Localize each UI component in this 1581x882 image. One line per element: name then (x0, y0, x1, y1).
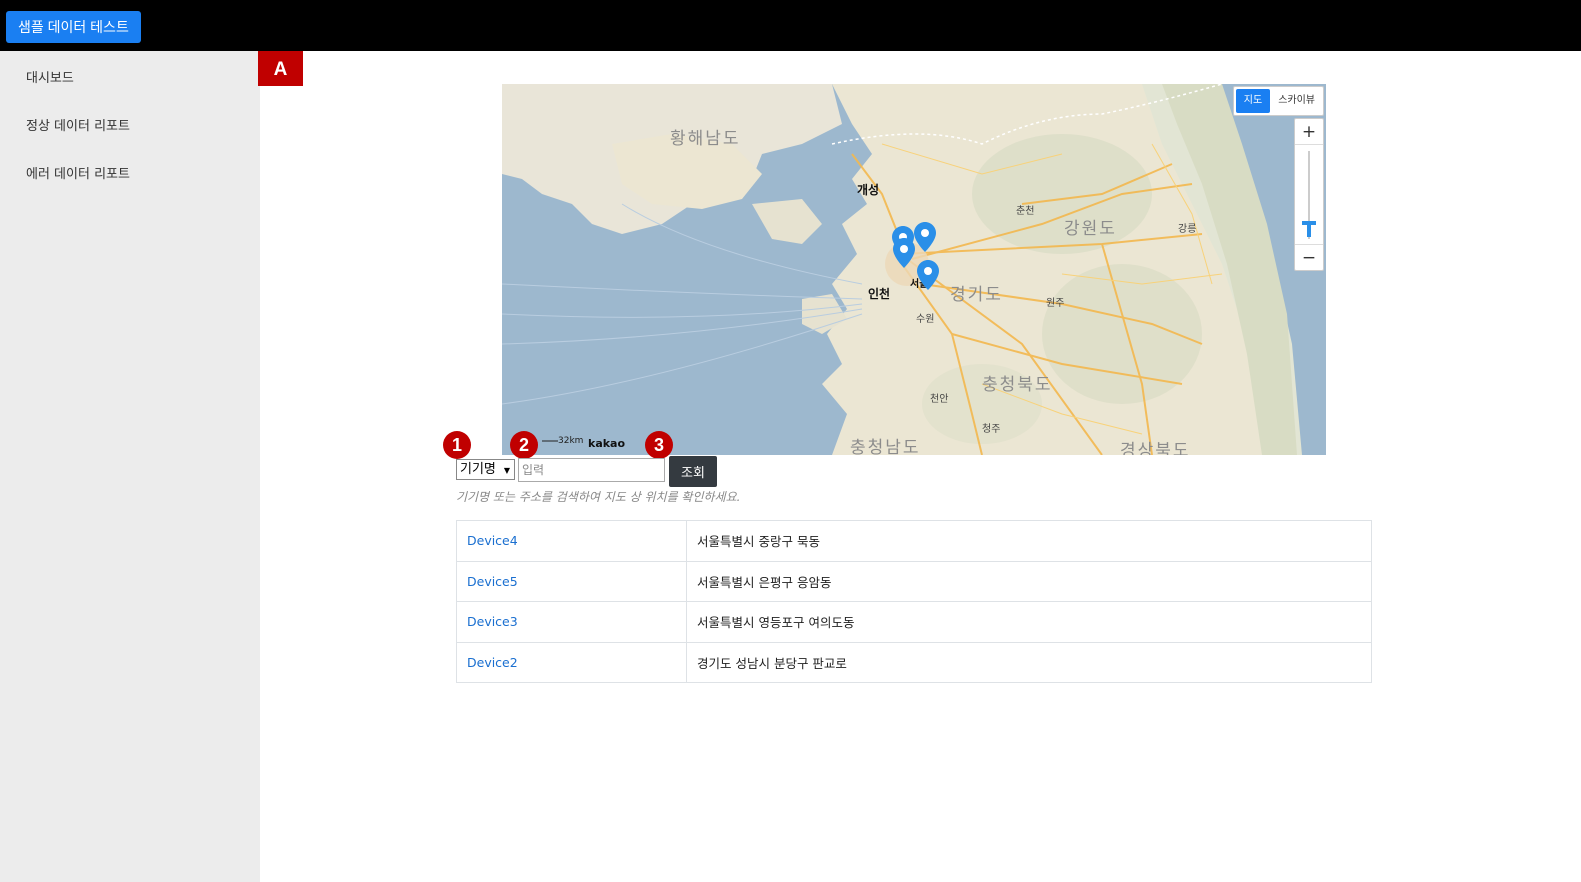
zoom-in-button[interactable]: + (1295, 119, 1323, 145)
device-name-cell: Device4 (456, 520, 687, 562)
sidebar-item-error-report[interactable]: 에러 데이터 리포트 (26, 163, 130, 182)
table-row: Device4 서울특별시 중랑구 묵동 (456, 520, 1372, 562)
map-type-map-button[interactable]: 지도 (1235, 89, 1271, 113)
annotation-badge-2: 2 (510, 431, 538, 459)
device-address-cell: 서울특별시 은평구 응암동 (686, 560, 1372, 602)
scale-bar-icon (542, 440, 558, 441)
search-hint: 기기명 또는 주소를 검색하여 지도 상 위치를 확인하세요. (456, 490, 741, 504)
device-link[interactable]: Device2 (467, 655, 518, 670)
device-link[interactable]: Device4 (467, 533, 518, 548)
brand-button[interactable]: 샘플 데이터 테스트 (6, 11, 141, 43)
map-scale: 32km (542, 436, 583, 446)
city-label: 강릉 (1178, 224, 1197, 235)
table-row: Device5 서울특별시 은평구 응암동 (456, 560, 1372, 602)
city-label: 천안 (930, 394, 949, 405)
device-link[interactable]: Device5 (467, 574, 518, 589)
annotation-badge-a: A (258, 51, 303, 86)
city-label: 춘천 (1016, 206, 1035, 217)
search-input[interactable] (518, 458, 665, 482)
device-name-cell: Device5 (456, 560, 687, 602)
sidebar: 대시보드 정상 데이터 리포트 에러 데이터 리포트 (0, 51, 260, 882)
zoom-out-button[interactable]: − (1295, 244, 1323, 270)
search-button[interactable]: 조회 (669, 456, 717, 487)
city-label: 청주 (982, 424, 1001, 435)
region-label: 경기도 (950, 285, 1003, 305)
city-label: 인천 (868, 287, 891, 301)
region-label: 경상북도 (1120, 441, 1191, 455)
device-marker[interactable] (893, 238, 915, 268)
search-type-select[interactable]: 기기명 ▼ (456, 459, 515, 480)
scale-label: 32km (558, 436, 584, 446)
search-type-value: 기기명 (460, 462, 496, 477)
region-label: 강원도 (1064, 219, 1117, 239)
region-label: 충청남도 (850, 438, 921, 455)
region-label: 황해남도 (670, 129, 741, 149)
zoom-control: + − (1294, 118, 1324, 271)
map-type-toggle: 지도 스카이뷰 (1232, 86, 1324, 116)
region-label: 충청북도 (982, 375, 1053, 395)
top-bar: 샘플 데이터 테스트 (0, 0, 1581, 51)
sidebar-item-dashboard[interactable]: 대시보드 (26, 67, 74, 86)
device-address-cell: 경기도 성남시 분당구 판교로 (686, 641, 1372, 683)
device-address-cell: 서울특별시 영등포구 여의도동 (686, 601, 1372, 643)
device-table: Device4 서울특별시 중랑구 묵동 Device5 서울특별시 은평구 응… (456, 520, 1372, 683)
city-label: 수원 (916, 314, 935, 325)
device-name-cell: Device3 (456, 601, 687, 643)
table-row: Device3 서울특별시 영등포구 여의도동 (456, 601, 1372, 643)
sidebar-item-normal-report[interactable]: 정상 데이터 리포트 (26, 115, 130, 134)
map-type-skyview-button[interactable]: 스카이뷰 (1270, 87, 1323, 115)
caret-down-icon: ▼ (503, 466, 510, 475)
annotation-badge-3: 3 (645, 431, 673, 459)
kakao-logo: kakao (588, 437, 626, 450)
city-label: 원주 (1046, 298, 1065, 309)
device-marker[interactable] (914, 222, 936, 252)
zoom-slider-handle[interactable] (1302, 221, 1316, 237)
map-terrain (502, 84, 1326, 455)
device-marker[interactable] (917, 260, 939, 290)
device-link[interactable]: Device3 (467, 614, 518, 629)
annotation-badge-1: 1 (443, 431, 471, 459)
device-name-cell: Device2 (456, 641, 687, 683)
table-row: Device2 경기도 성남시 분당구 판교로 (456, 641, 1372, 683)
map-view[interactable]: 황해남도 강원도 경기도 충청북도 충청남도 경상북도 개성 인천 서울 수원 … (502, 84, 1326, 455)
city-label: 개성 (857, 183, 880, 197)
device-address-cell: 서울특별시 중랑구 묵동 (686, 520, 1372, 562)
